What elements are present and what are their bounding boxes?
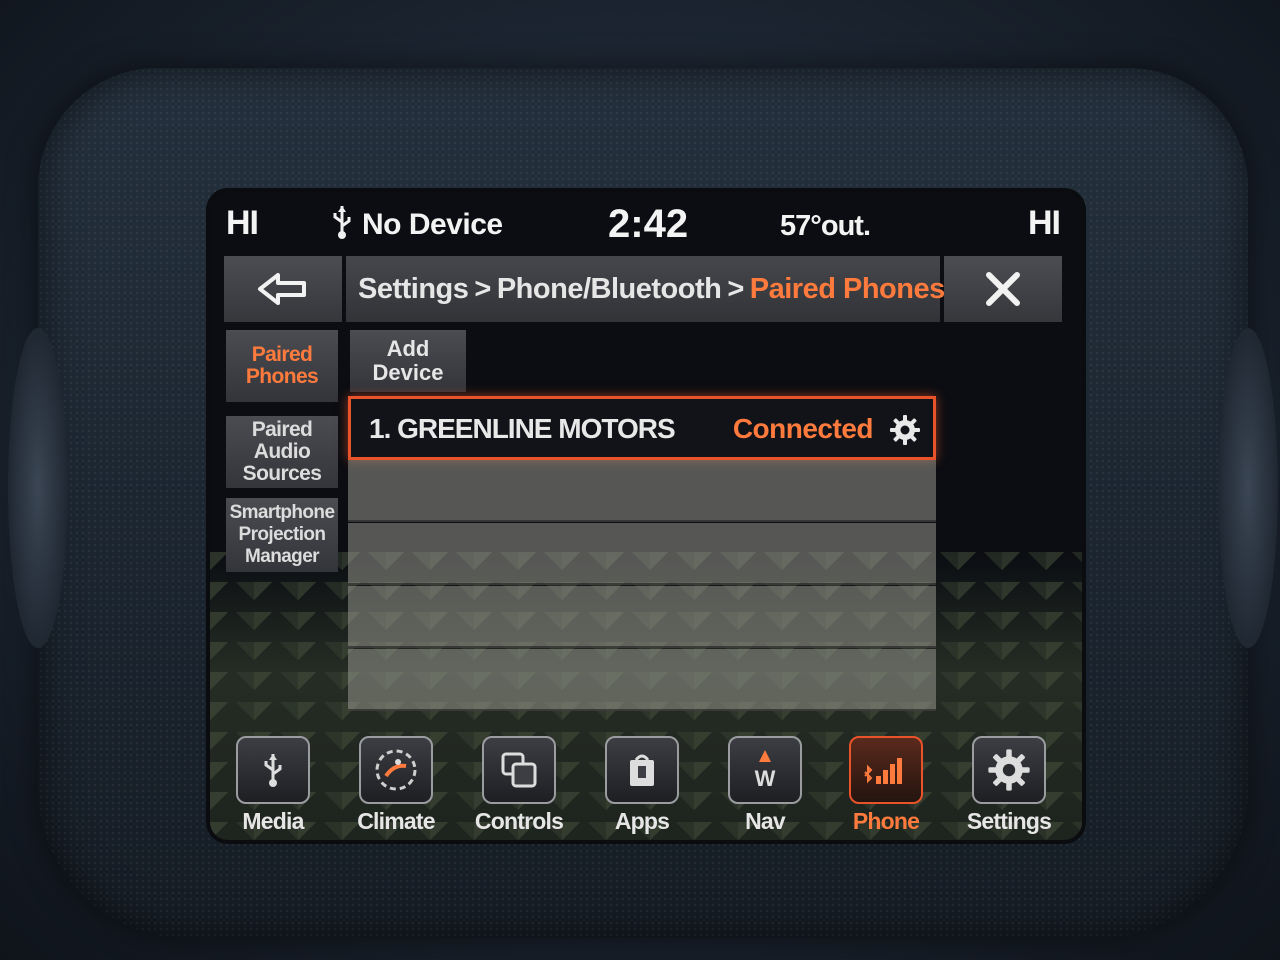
tab-label: Paired xyxy=(251,418,313,441)
nav-media[interactable]: Media xyxy=(218,736,328,836)
nav-label: Media xyxy=(242,808,304,834)
tab-paired-phones[interactable]: Paired Phones xyxy=(226,330,338,402)
tab-label: Smartphone xyxy=(229,502,335,523)
svg-text:W: W xyxy=(755,766,776,791)
nav-settings[interactable]: Settings xyxy=(954,736,1064,836)
media-device-status: No Device xyxy=(362,208,503,241)
driver-temp-setting[interactable]: HI xyxy=(226,204,259,243)
tab-label: Audio xyxy=(253,440,311,463)
nav-label: Apps xyxy=(614,808,670,834)
back-button[interactable] xyxy=(224,256,342,322)
list-item-empty[interactable] xyxy=(348,460,936,522)
add-device-label: Add xyxy=(386,336,430,361)
nav-label: Controls xyxy=(474,808,564,834)
apps-icon xyxy=(605,736,679,804)
nav-apps[interactable]: Apps xyxy=(587,736,697,836)
nav-label: Nav xyxy=(745,808,786,834)
paired-devices-list: 1. GREENLINE MOTORS Connected xyxy=(348,396,936,712)
add-device-label: Device xyxy=(372,360,444,385)
breadcrumb: Settings > Phone/Bluetooth > Paired Phon… xyxy=(346,256,945,322)
close-button[interactable] xyxy=(944,256,1062,322)
tab-label: Phones xyxy=(245,365,319,388)
close-icon xyxy=(986,272,1020,306)
right-air-vent xyxy=(1218,328,1278,648)
nav-climate[interactable]: Climate xyxy=(341,736,451,836)
tab-label: Paired xyxy=(251,343,313,366)
usb-icon xyxy=(236,736,310,804)
breadcrumb-separator: > xyxy=(474,272,491,305)
clock: 2:42 xyxy=(608,202,689,246)
list-item[interactable]: 1. GREENLINE MOTORS Connected xyxy=(348,396,936,460)
nav-label: Settings xyxy=(966,808,1052,834)
phone-signal-icon xyxy=(849,736,923,804)
tab-label: Sources xyxy=(242,462,322,485)
bottom-nav-bar: Media Climate Controls Apps W Nav Phone … xyxy=(210,732,1082,840)
tab-label: Projection xyxy=(238,524,327,545)
compass-icon: W xyxy=(728,736,802,804)
infotainment-screen: HI No Device 2:42 57°out. HI Settings > … xyxy=(210,192,1082,840)
usb-icon xyxy=(333,206,351,239)
header-bar: Settings > Phone/Bluetooth > Paired Phon… xyxy=(224,256,1062,322)
breadcrumb-separator: > xyxy=(727,272,744,305)
list-item-empty[interactable] xyxy=(348,649,936,711)
nav-label: Phone xyxy=(852,808,920,834)
tab-paired-audio-sources[interactable]: Paired Audio Sources xyxy=(226,416,338,488)
tab-smartphone-projection-manager[interactable]: Smartphone Projection Manager xyxy=(226,498,338,572)
gear-icon[interactable] xyxy=(889,414,921,446)
passenger-temp-setting[interactable]: HI xyxy=(1028,204,1061,243)
back-arrow-icon xyxy=(258,273,306,305)
status-bar: HI No Device 2:42 57°out. HI xyxy=(210,192,1082,254)
nav-phone[interactable]: Phone xyxy=(831,736,941,836)
device-name: 1. GREENLINE MOTORS xyxy=(369,413,676,444)
breadcrumb-paired-phones: Paired Phones xyxy=(749,272,945,305)
nav-controls[interactable]: Controls xyxy=(464,736,574,836)
tab-label: Manager xyxy=(245,546,320,567)
list-item-empty[interactable] xyxy=(348,586,936,648)
controls-icon xyxy=(482,736,556,804)
add-device-button[interactable]: Add Device xyxy=(350,330,466,392)
climate-icon xyxy=(359,736,433,804)
outside-temperature: 57°out. xyxy=(780,210,871,242)
nav-label: Climate xyxy=(357,808,435,834)
gear-icon xyxy=(972,736,1046,804)
list-item-empty[interactable] xyxy=(348,523,936,585)
breadcrumb-phone-bluetooth[interactable]: Phone/Bluetooth xyxy=(497,273,722,306)
breadcrumb-settings[interactable]: Settings xyxy=(358,273,469,306)
left-air-vent xyxy=(8,328,68,648)
nav-nav[interactable]: W Nav xyxy=(710,736,820,836)
connection-status: Connected xyxy=(732,413,874,444)
